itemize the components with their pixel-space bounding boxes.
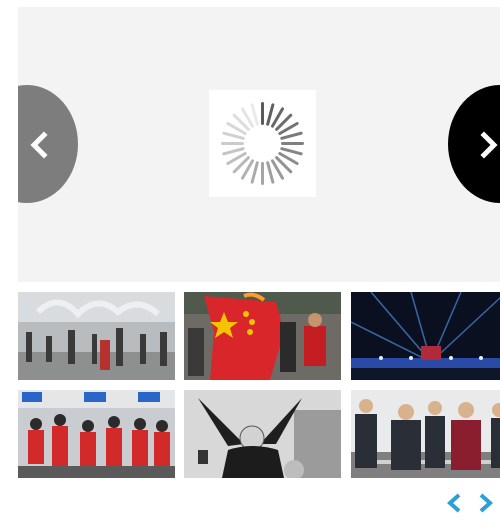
loading-indicator (209, 90, 316, 197)
slide-viewport (18, 7, 500, 282)
spinner-icon (221, 102, 304, 185)
spinner-spoke (280, 131, 303, 140)
flag-protest-photo (184, 292, 341, 380)
prev-slide-button[interactable] (18, 85, 78, 203)
spinner-spoke (266, 161, 275, 184)
stage-lights-photo (351, 292, 500, 380)
thumbnail-stage-lights[interactable] (351, 292, 500, 380)
red-shirts-crowd-photo (18, 390, 175, 478)
thumbnails-prev-button[interactable] (444, 492, 464, 514)
next-slide-button[interactable] (448, 85, 500, 203)
fountain-crowd-photo (18, 292, 175, 380)
spinner-spoke (222, 147, 245, 156)
spinner-spoke (266, 103, 275, 126)
chevron-right-icon (479, 493, 494, 513)
spinner-spoke (250, 161, 259, 184)
thumbnail-flag-protest[interactable] (184, 292, 341, 380)
thumbnail-speaker-arms-raised[interactable] (184, 390, 341, 478)
spinner-spoke (250, 103, 259, 126)
chevron-right-icon (480, 131, 498, 159)
spinner-spoke (280, 147, 303, 156)
thumbnails-next-button[interactable] (476, 492, 496, 514)
spinner-spoke (222, 131, 245, 140)
chevron-left-icon (446, 493, 461, 513)
chevron-left-icon (30, 131, 48, 159)
speaker-arms-raised-photo (184, 390, 341, 478)
thumbnail-fountain-crowd[interactable] (18, 292, 175, 380)
thumbnail-red-shirts-crowd[interactable] (18, 390, 175, 478)
officials-group-photo (351, 390, 500, 478)
thumbnail-officials-group[interactable] (351, 390, 500, 478)
